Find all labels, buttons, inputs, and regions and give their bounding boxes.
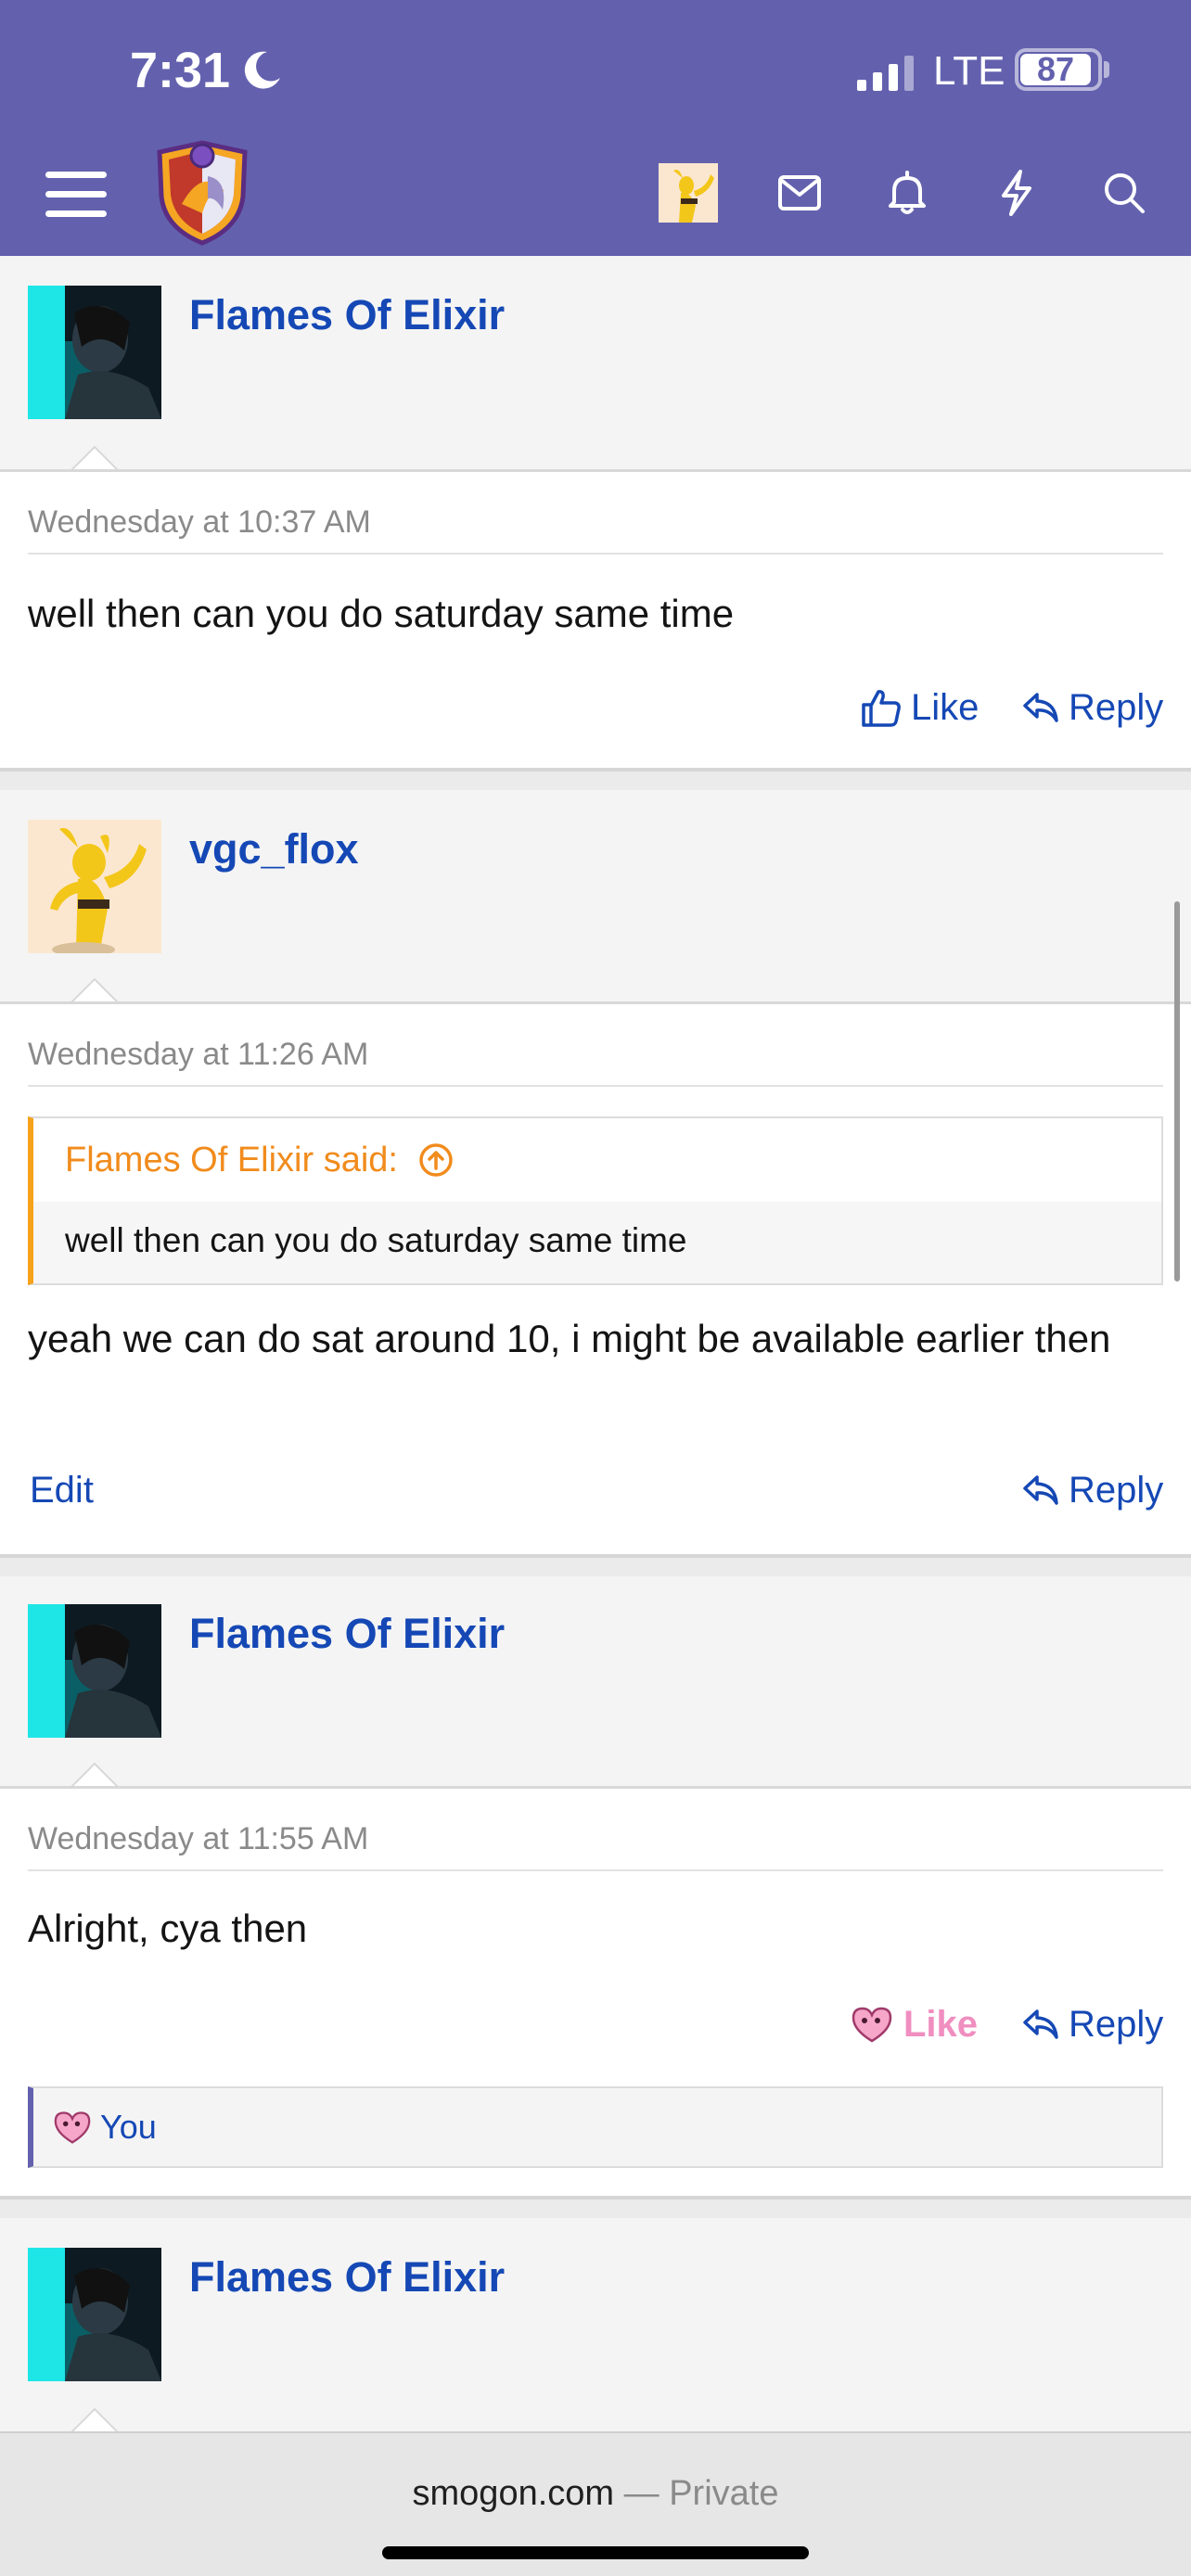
- post-1-user-header: [0, 256, 1191, 471]
- battery-icon: 87: [1015, 48, 1102, 91]
- post-2-avatar[interactable]: [28, 820, 161, 953]
- bell-icon: [889, 171, 926, 214]
- reply-icon: [1023, 1475, 1058, 1505]
- search-icon: [1105, 173, 1145, 213]
- post-1-avatar[interactable]: [28, 286, 161, 419]
- url-domain: smogon.com: [412, 2474, 615, 2513]
- post-separator: [0, 1554, 1191, 1558]
- battery-level: 87: [1020, 53, 1091, 86]
- avatar: [28, 820, 161, 953]
- account-avatar-button[interactable]: [659, 163, 718, 223]
- post-1-like-button[interactable]: Like: [861, 684, 979, 731]
- smogon-logo[interactable]: [154, 139, 250, 247]
- post-separator: [0, 2196, 1191, 2200]
- battery-nub: [1104, 61, 1109, 78]
- menu-button[interactable]: [37, 156, 115, 234]
- reply-label: Reply: [1069, 2004, 1164, 2045]
- avatar: [28, 286, 161, 419]
- post-2-edit-button[interactable]: Edit: [30, 1467, 94, 1513]
- avatar: [28, 2248, 161, 2381]
- post-1-divider: [28, 553, 1163, 555]
- post-3-user-header: [0, 1576, 1191, 1790]
- scrollbar[interactable]: [1174, 901, 1180, 1282]
- alerts-button[interactable]: [877, 163, 937, 223]
- post-1-message: well then can you do saturday same time: [28, 592, 735, 635]
- url-separator: —: [614, 2474, 670, 2513]
- quote-block: Flames Of Elixir said: well then can you…: [28, 1116, 1163, 1285]
- moon-icon: [244, 51, 280, 89]
- post-3-avatar[interactable]: [28, 1604, 161, 1738]
- post-1-reply-button[interactable]: Reply: [1022, 684, 1163, 731]
- thumbs-up-icon: [862, 690, 901, 727]
- private-label: Private: [669, 2474, 779, 2513]
- post-2-username[interactable]: vgc_flox: [189, 823, 359, 875]
- post-4-avatar[interactable]: [28, 2248, 161, 2381]
- post-3-arrow: [70, 1762, 119, 1788]
- post-3-reply-button[interactable]: Reply: [1022, 2001, 1163, 2047]
- post-2-arrow: [70, 977, 119, 1003]
- hamburger-icon: [45, 172, 107, 217]
- post-separator: [0, 768, 1191, 772]
- url-text: smogon.com — Private: [0, 2472, 1191, 2515]
- envelope-icon: [778, 175, 821, 210]
- post-4-user-header: [0, 2218, 1191, 2433]
- browser-address-bar[interactable]: smogon.com — Private: [0, 2431, 1191, 2576]
- reply-label: Reply: [1069, 687, 1164, 728]
- heart-reaction-icon: [852, 2007, 892, 2043]
- network-type: LTE: [933, 48, 1005, 94]
- reply-icon: [1023, 2009, 1058, 2039]
- post-3-message: Alright, cya then: [28, 1906, 308, 1950]
- edit-label: Edit: [30, 1470, 94, 1511]
- arrow-up-circle-icon: [419, 1143, 453, 1177]
- post-3-like-button[interactable]: Like: [850, 2001, 978, 2047]
- reaction-user[interactable]: You: [100, 2108, 157, 2147]
- like-label: Like: [911, 687, 980, 728]
- post-3-divider: [28, 1869, 1163, 1871]
- post-1-arrow: [70, 445, 119, 471]
- post-4-username[interactable]: Flames Of Elixir: [189, 2251, 505, 2303]
- post-2-user-header: [0, 790, 1191, 1005]
- home-indicator[interactable]: [382, 2546, 809, 2559]
- inbox-button[interactable]: [770, 163, 829, 223]
- site-header: 7:31 LTE 87: [0, 0, 1191, 256]
- avatar: [28, 1604, 161, 1738]
- reply-label: Reply: [1069, 1470, 1164, 1511]
- quote-text: well then can you do saturday same time: [33, 1202, 1161, 1283]
- search-button[interactable]: [1095, 163, 1154, 223]
- post-2-timestamp[interactable]: Wednesday at 11:26 AM: [28, 1034, 368, 1075]
- reply-icon: [1023, 693, 1058, 722]
- status-time: 7:31: [130, 43, 231, 98]
- post-1-timestamp[interactable]: Wednesday at 10:37 AM: [28, 502, 371, 542]
- post-2-reply-button[interactable]: Reply: [1022, 1467, 1163, 1513]
- shield-logo-icon: [157, 140, 248, 246]
- quote-author-link[interactable]: Flames Of Elixir said:: [65, 1139, 454, 1181]
- post-4-arrow: [70, 2407, 119, 2433]
- quote-author: Flames Of Elixir said:: [65, 1141, 398, 1180]
- quote-header: Flames Of Elixir said:: [33, 1118, 1161, 1202]
- heart-reaction-icon: [54, 2111, 91, 2144]
- whats-new-button[interactable]: [987, 163, 1046, 223]
- post-2-divider: [28, 1085, 1163, 1087]
- avatar: [659, 163, 718, 223]
- signal-icon: [857, 56, 914, 91]
- post-1-username[interactable]: Flames Of Elixir: [189, 289, 505, 341]
- post-2-message: yeah we can do sat around 10, i might be…: [28, 1317, 1111, 1360]
- like-label: Like: [903, 2004, 979, 2045]
- bolt-icon: [1002, 170, 1031, 216]
- post-3-timestamp[interactable]: Wednesday at 11:55 AM: [28, 1818, 368, 1859]
- reactions-bar[interactable]: You: [28, 2086, 1163, 2168]
- post-3-username[interactable]: Flames Of Elixir: [189, 1608, 505, 1660]
